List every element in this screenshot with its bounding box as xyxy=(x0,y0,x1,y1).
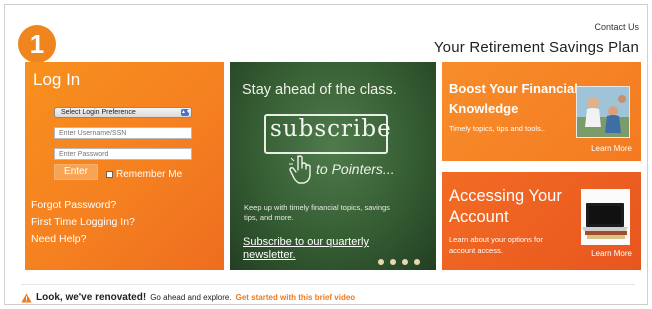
divider xyxy=(21,284,635,285)
renovation-notice: Look, we've renovated! Go ahead and expl… xyxy=(21,292,355,303)
subscribe-newsletter-link[interactable]: Subscribe to our quarterly newsletter. xyxy=(243,236,373,262)
need-help-link[interactable]: Need Help? xyxy=(31,233,86,245)
carousel-dot[interactable] xyxy=(414,259,420,265)
password-input[interactable] xyxy=(54,148,192,160)
boost-knowledge-panel[interactable]: Boost Your Financial Knowledge Timely to… xyxy=(442,62,641,161)
select-arrows-icon: ▲▼ xyxy=(181,109,191,116)
page-frame: 1 Contact Us Your Retirement Savings Pla… xyxy=(4,4,648,305)
promo-description: Keep up with timely financial topics, sa… xyxy=(244,203,390,222)
carousel-dot[interactable] xyxy=(390,259,396,265)
remember-me-checkbox[interactable] xyxy=(106,171,113,178)
login-preference-value: Select Login Preference xyxy=(61,109,136,116)
access-subtitle: Learn about your options for account acc… xyxy=(449,235,543,255)
access-title: Accessing Your Account xyxy=(449,187,562,226)
page-title: Your Retirement Savings Plan xyxy=(433,39,639,56)
boost-learn-more-link[interactable]: Learn More xyxy=(591,144,632,153)
enter-button[interactable]: Enter xyxy=(54,164,98,180)
username-input[interactable] xyxy=(54,127,192,139)
remember-me-label: Remember Me xyxy=(116,169,183,180)
remember-me[interactable]: Remember Me xyxy=(106,169,182,180)
promo-pointers-text: to Pointers... xyxy=(316,161,395,177)
login-title: Log In xyxy=(33,70,81,89)
warning-icon xyxy=(21,293,32,302)
boost-title: Boost Your Financial Knowledge xyxy=(449,81,578,116)
login-preference-select[interactable]: Select Login Preference ▲▼ xyxy=(54,107,192,118)
subscribe-chalk-text: subscribe xyxy=(270,116,392,142)
carousel-dots xyxy=(378,259,420,265)
newsletter-promo[interactable]: Stay ahead of the class. subscribe to Po… xyxy=(230,62,436,270)
family-photo xyxy=(576,86,630,138)
contact-us-link[interactable]: Contact Us xyxy=(594,22,639,32)
login-panel: Log In Select Login Preference ▲▼ Enter … xyxy=(25,62,224,270)
access-learn-more-link[interactable]: Learn More xyxy=(591,249,632,258)
video-link[interactable]: Get started with this brief video xyxy=(236,293,356,302)
logo[interactable]: 1 xyxy=(18,25,56,63)
account-access-panel[interactable]: Accessing Your Account Learn about your … xyxy=(442,172,641,270)
boost-subtitle: Timely topics, tips and tools.. xyxy=(449,124,546,133)
laptop-image xyxy=(581,189,630,245)
notice-headline: Look, we've renovated! xyxy=(36,292,147,303)
hand-pointer-icon xyxy=(289,155,311,184)
carousel-dot[interactable] xyxy=(402,259,408,265)
forgot-password-link[interactable]: Forgot Password? xyxy=(31,199,116,211)
first-time-login-link[interactable]: First Time Logging In? xyxy=(31,216,135,228)
carousel-dot[interactable] xyxy=(378,259,384,265)
promo-headline: Stay ahead of the class. xyxy=(242,82,397,98)
notice-text: Go ahead and explore. xyxy=(150,293,232,302)
